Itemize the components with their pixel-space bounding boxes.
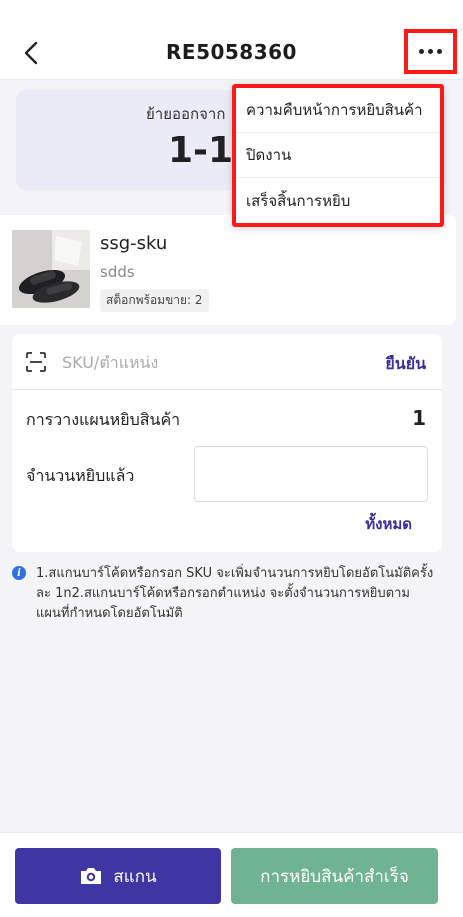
more-dot — [437, 49, 442, 54]
pick-form-card: ยืนยัน การวางแผนหยิบสินค้า 1 จำนวนหยิบแล… — [12, 334, 442, 552]
scan-button[interactable]: สแกน — [15, 848, 221, 904]
help-note-text: 1.สแกนบาร์โค้ดหรือกรอก SKU จะเพิ่มจำนวนก… — [36, 566, 434, 621]
pick-complete-button[interactable]: การหยิบสินค้าสำเร็จ — [231, 848, 438, 904]
picked-qty-label: จำนวนหยิบแล้ว — [26, 466, 135, 485]
product-card: ssg-sku sdds สต็อกพร้อมขาย: 2 — [0, 215, 456, 325]
top-bar: RE5058360 — [0, 0, 463, 80]
more-options-button[interactable] — [404, 29, 457, 74]
more-horizontal-icon — [419, 49, 424, 54]
sku-location-input[interactable] — [62, 348, 342, 376]
scan-icon[interactable] — [26, 352, 46, 372]
move-from-label: ย้ายออกจาก — [146, 105, 226, 123]
product-name: ssg-sku — [100, 233, 168, 254]
menu-item-pick-progress[interactable]: ความคืบหน้าการหยิบสินค้า — [236, 88, 440, 133]
page-title: RE5058360 — [166, 40, 297, 64]
stock-badge: สต็อกพร้อมขาย: 2 — [100, 289, 209, 312]
planned-pick-label: การวางแผนหยิบสินค้า — [26, 410, 181, 429]
confirm-button[interactable]: ยืนยัน — [385, 352, 426, 377]
bottom-action-bar: สแกน การหยิบสินค้าสำเร็จ — [0, 832, 463, 917]
more-dot — [428, 49, 433, 54]
menu-item-close-task[interactable]: ปิดงาน — [236, 133, 440, 178]
sku-scan-row: ยืนยัน — [12, 334, 442, 390]
scan-button-label: สแกน — [113, 866, 157, 887]
pick-all-button[interactable]: ทั้งหมด — [365, 512, 412, 536]
camera-icon — [81, 868, 102, 884]
info-icon: i — [12, 566, 26, 580]
planned-pick-value: 1 — [412, 406, 426, 430]
more-options-menu: ความคืบหน้าการหยิบสินค้า ปิดงาน เสร็จสิ้… — [232, 84, 444, 227]
menu-item-finish-picking[interactable]: เสร็จสิ้นการหยิบ — [236, 178, 440, 223]
picked-qty-input[interactable] — [194, 446, 428, 502]
product-subtitle: sdds — [100, 263, 135, 281]
product-image — [12, 230, 90, 308]
